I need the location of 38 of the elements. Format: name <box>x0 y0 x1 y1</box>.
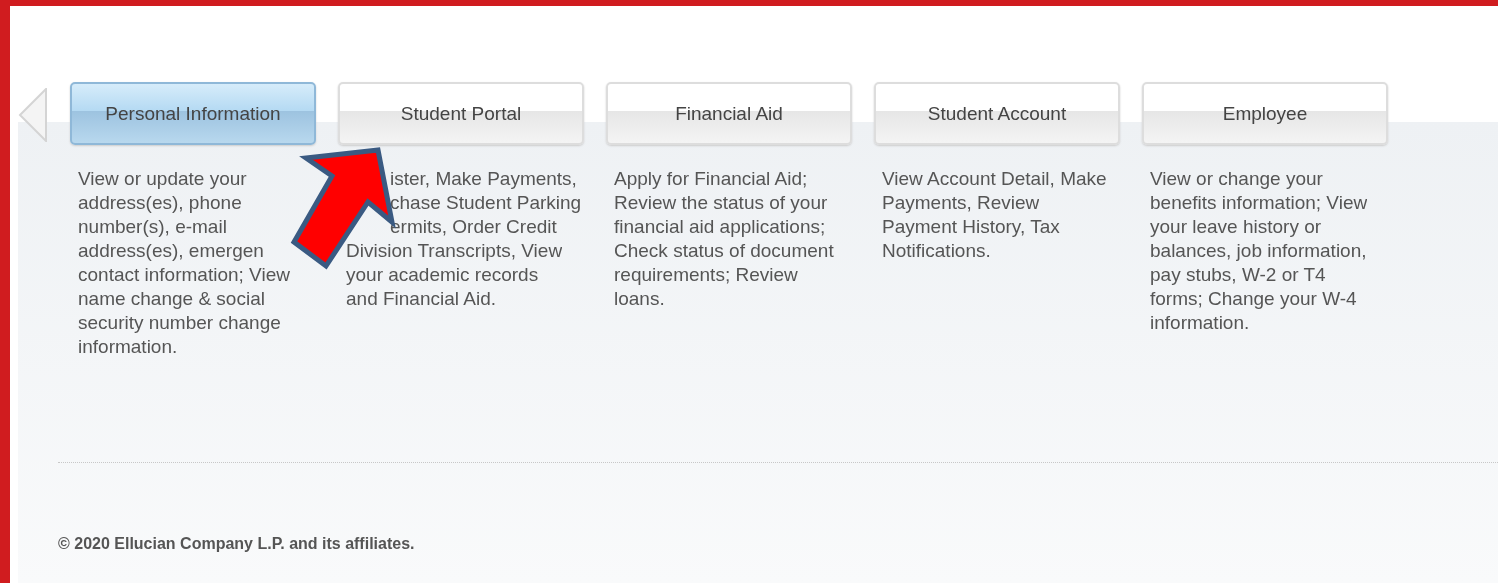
description-line: Payments, Review <box>882 191 1040 215</box>
description-line: Check status of document <box>614 239 834 263</box>
tab[interactable]: Student Account <box>874 82 1120 145</box>
description-line: security number change <box>78 311 281 335</box>
tab[interactable]: Personal Information <box>70 82 316 145</box>
description-line: loans. <box>614 287 665 311</box>
description-line: View Account Detail, Make <box>882 167 1107 191</box>
description-line: address(es), phone <box>78 191 242 215</box>
description-line: pay stubs, W-2 or T4 <box>1150 263 1326 287</box>
tab[interactable]: Employee <box>1142 82 1388 145</box>
description-line: contact information; View <box>78 263 290 287</box>
description-line: your leave history or <box>1150 215 1322 239</box>
description-line: information. <box>1150 311 1250 335</box>
description-line: benefits information; View <box>1150 191 1368 215</box>
description-line: requirements; Review <box>614 263 798 287</box>
description-line: ister, Make Payments, <box>390 167 577 191</box>
tab[interactable]: Financial Aid <box>606 82 852 145</box>
description-line: balances, job information, <box>1150 239 1367 263</box>
description-line: Division Transcripts, View <box>346 239 563 263</box>
description-line: ermits, Order Credit <box>390 215 557 239</box>
description-line: and Financial Aid. <box>346 287 496 311</box>
description-line: number(s), e-mail <box>78 215 227 239</box>
tab[interactable]: Student Portal <box>338 82 584 145</box>
description-line: chase Student Parking <box>390 191 582 215</box>
description-line: name change & social <box>78 287 265 311</box>
description-line: Apply for Financial Aid; <box>614 167 808 191</box>
copyright-text: © 2020 Ellucian Company L.P. and its affiliates. <box>58 535 416 553</box>
description-line: Review the status of your <box>614 191 828 215</box>
previous-arrow-icon[interactable] <box>18 88 48 142</box>
description-line: financial aid applications; <box>614 215 826 239</box>
description-line: information. <box>78 335 178 359</box>
description-line: address(es), emergen <box>78 239 264 263</box>
description-line: View or update your <box>78 167 247 191</box>
description-line: forms; Change your W-4 <box>1150 287 1357 311</box>
description-line: View or change your <box>1150 167 1323 191</box>
description-line: Payment History, Tax <box>882 215 1060 239</box>
description-line: your academic records <box>346 263 539 287</box>
description-line: Notifications. <box>882 239 991 263</box>
